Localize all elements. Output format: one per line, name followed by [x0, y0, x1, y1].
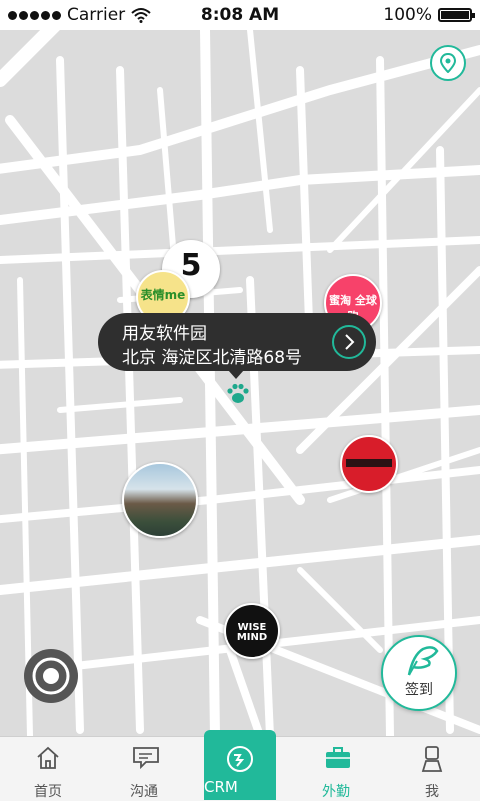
location-callout[interactable]: 用友软件园 北京 海淀区北清路68号	[98, 313, 376, 379]
tab-home[interactable]: 首页	[0, 737, 96, 801]
compass-button[interactable]	[24, 649, 78, 703]
checkin-label: 签到	[405, 682, 433, 698]
tab-crm[interactable]: CRM	[204, 730, 276, 800]
store-marker-photo[interactable]	[122, 462, 198, 538]
tab-me-label: 我	[425, 784, 439, 800]
status-bar: Carrier 8:08 AM 100%	[0, 0, 480, 30]
callout-address: 北京 海淀区北清路68号	[122, 348, 303, 368]
store-marker-wisemind[interactable]: WISE MIND	[224, 603, 280, 659]
status-right: 100%	[383, 0, 475, 30]
user-icon	[421, 746, 443, 772]
compass-icon	[32, 657, 70, 695]
crm-icon	[227, 746, 253, 772]
chat-icon	[133, 747, 159, 770]
checkin-button[interactable]: 签到	[381, 635, 457, 711]
briefcase-icon	[326, 747, 350, 768]
tab-field[interactable]: 外勤	[288, 737, 384, 801]
location-pin-icon	[439, 53, 457, 73]
battery-percent: 100%	[383, 5, 432, 25]
home-icon	[37, 746, 59, 769]
marker-red-band	[346, 459, 392, 467]
tab-chat-label: 沟通	[130, 784, 158, 800]
tab-home-label: 首页	[34, 784, 62, 800]
map-view[interactable]: 5 表情me 蜜淘 全球购 WISE MIND 用友软件园 北京 海淀区北清路6…	[0, 30, 480, 736]
feather-icon	[407, 646, 439, 676]
store-marker-red[interactable]	[340, 435, 398, 493]
tab-chat[interactable]: 沟通	[96, 737, 192, 801]
callout-place-name: 用友软件园	[122, 324, 207, 344]
tab-me[interactable]: 我	[384, 737, 480, 801]
battery-icon	[438, 8, 475, 22]
tab-crm-label: CRM	[204, 778, 238, 796]
callout-detail-button[interactable]	[332, 325, 366, 359]
marker-wisemind-label: WISE MIND	[236, 622, 268, 643]
chevron-right-icon	[345, 334, 355, 350]
marker-biaoqing-label: 表情me	[140, 288, 186, 302]
paw-icon	[227, 383, 249, 403]
tab-field-label: 外勤	[322, 784, 350, 800]
locate-button[interactable]	[430, 45, 466, 81]
